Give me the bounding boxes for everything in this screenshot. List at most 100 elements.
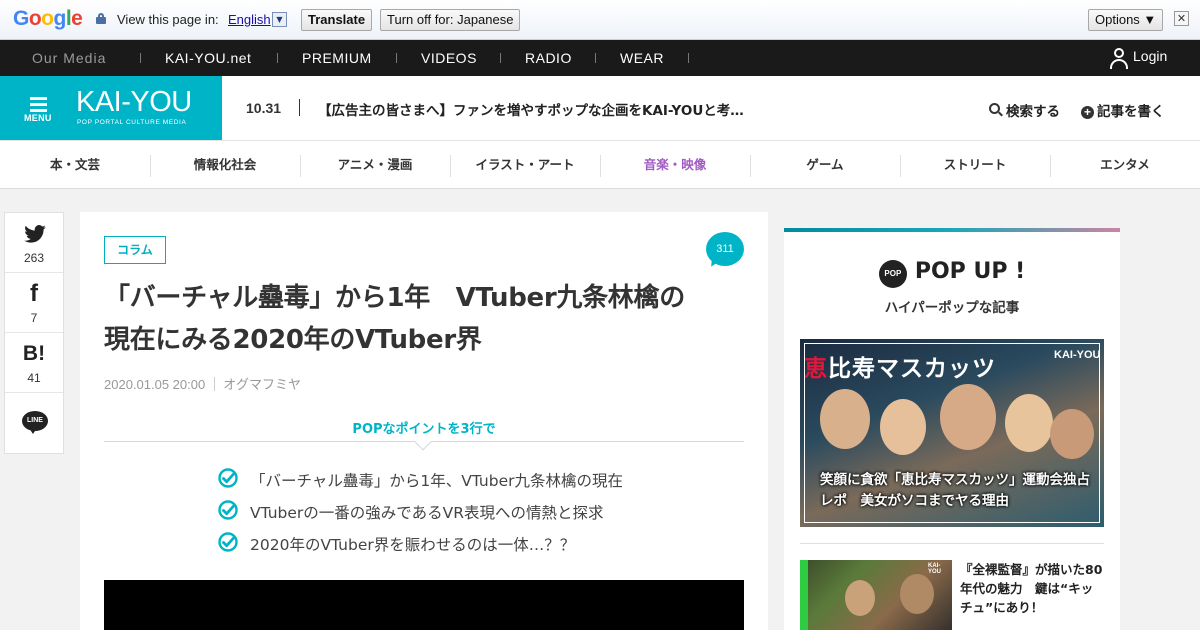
options-button[interactable]: Options ▼: [1088, 9, 1164, 31]
category-nav-item[interactable]: ゲーム: [750, 141, 900, 189]
media-nav: Our Media KAI-YOU.net PREMIUM VIDEOS RAD…: [0, 40, 1200, 76]
share-column: 263 f 7 B! 41 LINE: [4, 212, 64, 454]
category-nav-item[interactable]: イラスト・アート: [450, 141, 600, 189]
nav-item-wear[interactable]: WEAR: [620, 50, 664, 66]
popup-subtitle: ハイパーポップな記事: [884, 300, 1020, 316]
facebook-count: 7: [30, 311, 38, 325]
logo-tagline: POP PORTAL CULTURE MEDIA: [77, 119, 187, 126]
pop-point-3: 2020年のVTuber界を賑わせるのは一体…？？: [250, 536, 576, 554]
plus-icon: +: [1081, 106, 1094, 119]
translate-button[interactable]: Translate: [301, 9, 373, 31]
nav-item-kaiyou[interactable]: KAI-YOU.net: [165, 50, 251, 66]
facebook-icon: f: [30, 280, 38, 307]
twitter-share-button[interactable]: 263: [5, 213, 63, 273]
category-nav-item[interactable]: 本・文芸: [0, 141, 150, 189]
brand-block: MENU KAI-YOU POP PORTAL CULTURE MEDIA: [0, 76, 222, 140]
twitter-icon: [24, 225, 46, 243]
feature-caption: 笑顔に貪欲「恵比寿マスカッツ」運動会独占レポ 美女がソコまでヤる理由: [820, 472, 1090, 509]
google-logo-letter: G: [13, 7, 29, 30]
language-dropdown-icon[interactable]: ▼: [272, 12, 287, 27]
photo-shape: [900, 574, 934, 614]
search-icon: [989, 103, 1003, 117]
featured-article-card[interactable]: 恵比寿マスカッツ KAI-YOU 笑顔に貪欲「恵比寿マスカッツ」運動会独占レポ …: [800, 339, 1104, 527]
twitter-count: 263: [23, 251, 45, 265]
article-meta: 2020.01.05 20:00 オグマフミヤ: [104, 374, 301, 393]
news-separator: [299, 99, 300, 116]
menu-label[interactable]: MENU: [24, 113, 52, 123]
nav-separator: [688, 53, 689, 63]
nav-item-premium[interactable]: PREMIUM: [302, 50, 372, 66]
category-nav: 本・文芸 情報化社会 アニメ・漫画 イラスト・アート 音楽・映像 ゲーム ストリート エンタメ: [0, 140, 1200, 189]
close-icon[interactable]: ✕: [1174, 11, 1189, 26]
pop-point-1: 「バーチャル蠱毒」から1年、VTuber九条林檎の現在: [250, 472, 623, 490]
article-title-line2: 現在にみる2020年のVTuber界: [104, 325, 482, 355]
user-icon: [1109, 48, 1129, 69]
article-card: コラム 311 「バーチャル蠱毒」から1年 VTuber九条林檎の 現在にみる2…: [80, 212, 768, 630]
check-icon: [218, 468, 238, 488]
news-headline-link[interactable]: 【広告主の皆さまへ】ファンを増やすポップな企画をKAI-YOUと考…: [318, 99, 744, 119]
thumbnail-logo: KAI-YOU: [928, 563, 942, 575]
category-separator: [150, 155, 151, 177]
write-article-button[interactable]: + 記事を書く: [1081, 100, 1165, 120]
check-icon: [218, 532, 238, 552]
meta-separator: [214, 377, 216, 391]
translate-prompt: View this page in:: [117, 12, 219, 27]
category-nav-item[interactable]: 情報化社会: [150, 141, 300, 189]
site-logo[interactable]: KAI-YOU: [76, 87, 192, 117]
language-link[interactable]: English: [228, 12, 271, 27]
article-thumbnail[interactable]: KAI-YOU: [800, 560, 952, 630]
comment-count-bubble[interactable]: 311: [706, 232, 744, 266]
sidebar-divider: [800, 543, 1104, 544]
login-label: Login: [1133, 48, 1168, 64]
translate-bar: Google View this page in: English ▼ Tran…: [0, 0, 1200, 40]
lock-icon: [96, 13, 106, 24]
search-button[interactable]: 検索する: [989, 100, 1060, 120]
nav-separator: [277, 53, 278, 63]
news-date: 10.31: [246, 100, 282, 116]
our-media-label: Our Media: [32, 50, 107, 66]
google-logo-letter: g: [53, 7, 67, 30]
category-separator: [600, 155, 601, 177]
article-title: 「バーチャル蠱毒」から1年 VTuber九条林檎の 現在にみる2020年のVTu…: [104, 277, 744, 361]
article-author[interactable]: オグマフミヤ: [223, 377, 301, 392]
photo-shape: [845, 580, 875, 616]
category-separator: [450, 155, 451, 177]
line-share-button[interactable]: LINE: [5, 393, 63, 453]
popup-title-text: POP UP !: [914, 259, 1026, 284]
popup-title: POP POP UP !: [784, 259, 1120, 288]
nav-separator: [140, 53, 141, 63]
nav-separator: [396, 53, 397, 63]
video-player[interactable]: [104, 580, 744, 630]
popup-sidebar: POP POP UP ! ハイパーポップな記事 恵比寿マスカッツ KAI-YOU …: [784, 228, 1120, 630]
nav-item-radio[interactable]: RADIO: [525, 50, 572, 66]
thumbnail-band: [800, 560, 808, 630]
category-separator: [1050, 155, 1051, 177]
hatena-share-button[interactable]: B! 41: [5, 333, 63, 393]
article-date: 2020.01.05 20:00: [104, 377, 206, 392]
site-header: MENU KAI-YOU POP PORTAL CULTURE MEDIA 10…: [0, 76, 1200, 140]
category-separator: [750, 155, 751, 177]
nav-separator: [500, 53, 501, 63]
write-label: 記事を書く: [1097, 104, 1165, 120]
category-tag[interactable]: コラム: [104, 236, 166, 264]
category-nav-item[interactable]: ストリート: [900, 141, 1050, 189]
google-logo-letter: o: [41, 7, 54, 30]
google-logo-letter: o: [28, 7, 42, 30]
facebook-share-button[interactable]: f 7: [5, 273, 63, 333]
sidebar-article-title[interactable]: 『全裸監督』が描いた80年代の魅力 鍵は“キッチュ”にあり！: [960, 560, 1104, 617]
pop-point-2: VTuberの一番の強みであるVR表現への情熱と探求: [250, 504, 604, 522]
search-label: 検索する: [1006, 104, 1060, 120]
category-nav-item[interactable]: エンタメ: [1050, 141, 1200, 189]
sidebar-accent-bar: [784, 228, 1120, 232]
category-separator: [300, 155, 301, 177]
nav-item-videos[interactable]: VIDEOS: [421, 50, 477, 66]
category-separator: [900, 155, 901, 177]
category-nav-item[interactable]: 音楽・映像: [600, 141, 750, 189]
pop-badge-icon: POP: [878, 260, 907, 288]
google-logo: Google: [13, 7, 83, 31]
google-logo-letter: e: [71, 7, 83, 30]
turn-off-button[interactable]: Turn off for: Japanese: [380, 9, 521, 31]
category-nav-item[interactable]: アニメ・漫画: [300, 141, 450, 189]
hatena-icon: B!: [22, 342, 46, 365]
article-title-line1: 「バーチャル蠱毒」から1年 VTuber九条林檎の: [104, 283, 685, 313]
